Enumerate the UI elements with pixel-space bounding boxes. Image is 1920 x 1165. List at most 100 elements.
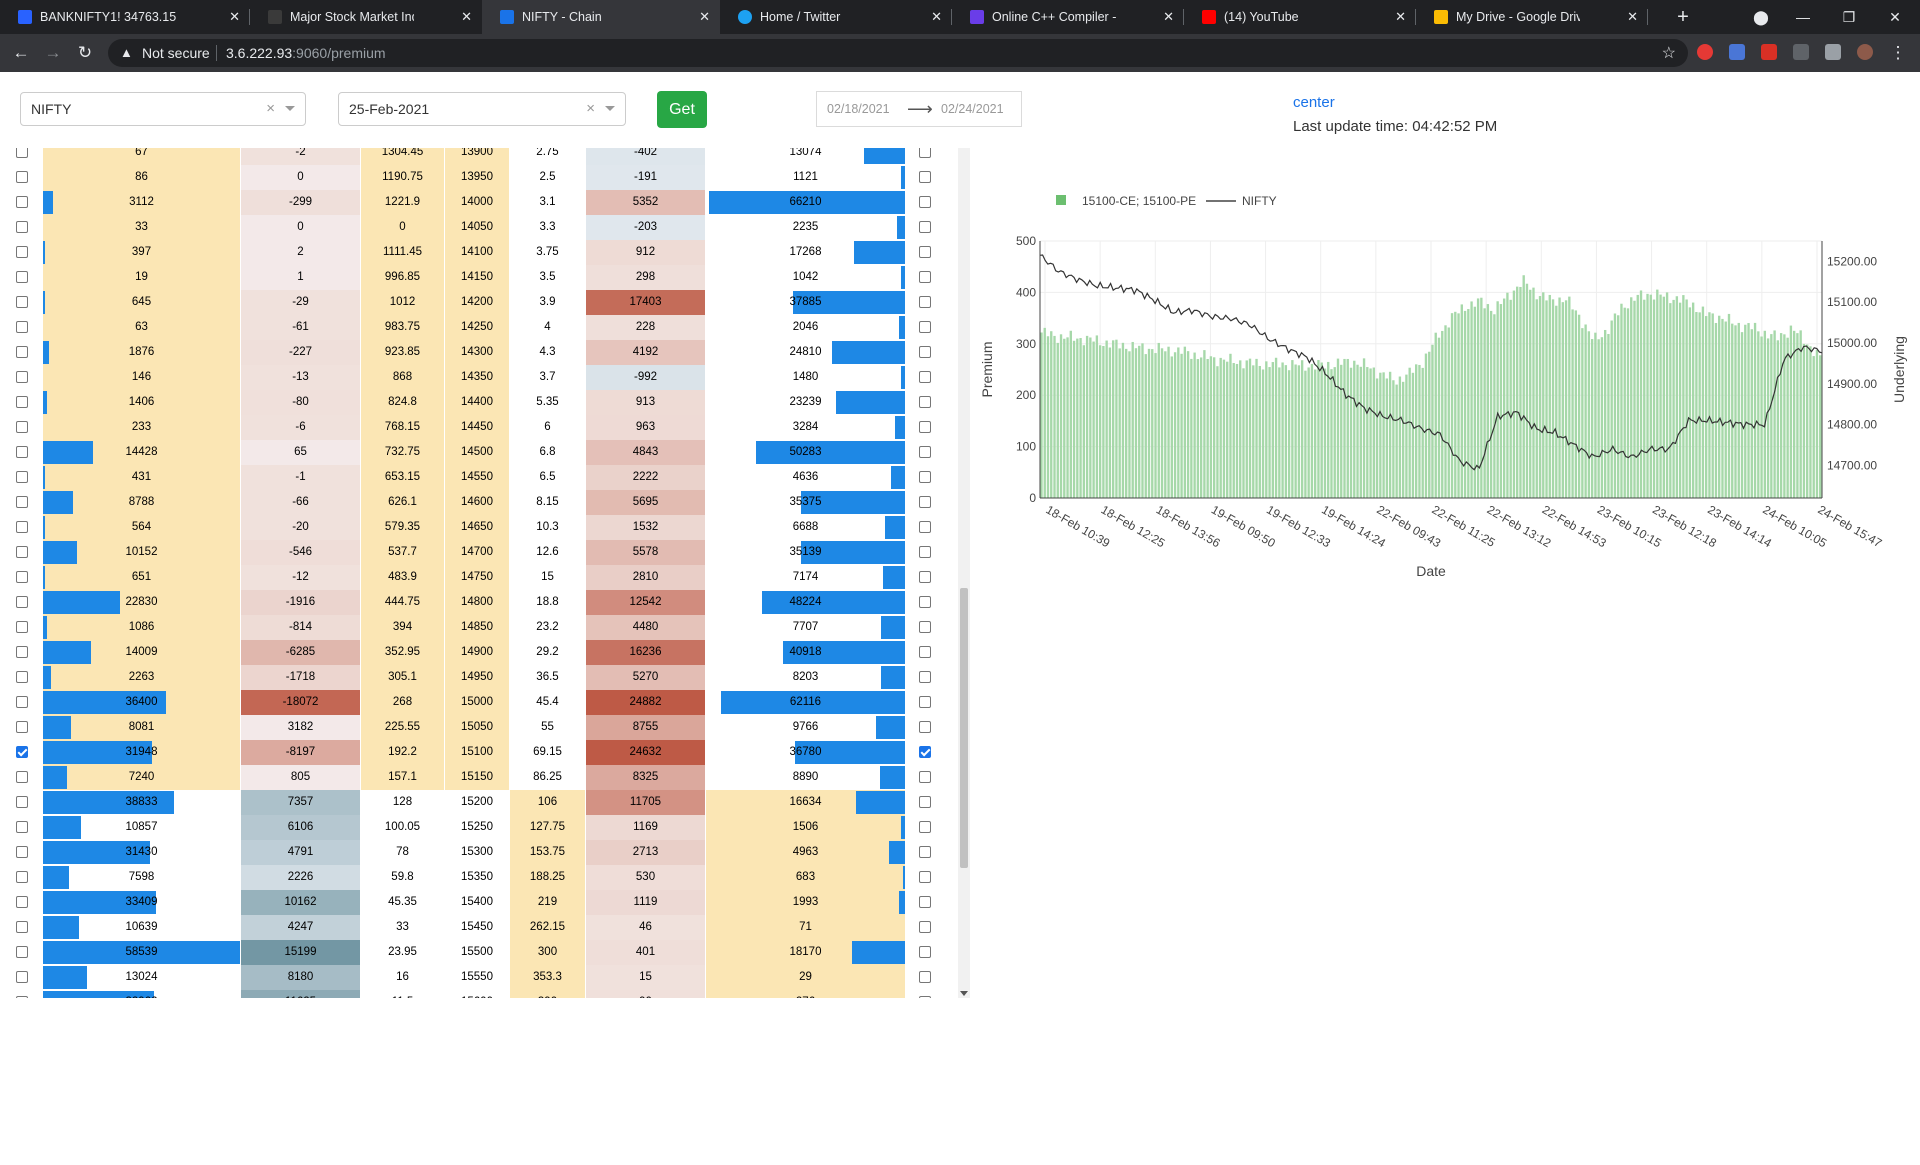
browser-tab[interactable]: Home / Twitter ✕ xyxy=(720,0,952,34)
call-select-checkbox[interactable] xyxy=(16,971,28,983)
forward-arrow-icon[interactable]: → xyxy=(42,43,64,63)
close-tab-icon[interactable]: ✕ xyxy=(1395,0,1406,34)
call-select-checkbox[interactable] xyxy=(16,896,28,908)
call-select-checkbox[interactable] xyxy=(16,421,28,433)
close-tab-icon[interactable]: ✕ xyxy=(931,0,942,34)
call-select-checkbox[interactable] xyxy=(16,196,28,208)
call-select-checkbox[interactable] xyxy=(16,621,28,633)
puzzle-extensions-icon[interactable] xyxy=(1825,44,1841,60)
put-select-checkbox[interactable] xyxy=(919,896,931,908)
put-select-checkbox[interactable] xyxy=(919,946,931,958)
back-arrow-icon[interactable]: ← xyxy=(10,43,32,63)
call-select-checkbox[interactable] xyxy=(16,996,28,998)
put-select-checkbox[interactable] xyxy=(919,296,931,308)
browser-tab[interactable]: BANKNIFTY1! 34763.15 ▲ +3.94 ✕ xyxy=(0,0,250,34)
call-select-checkbox[interactable] xyxy=(16,271,28,283)
tab-search-icon[interactable]: ⬤ xyxy=(1738,0,1784,34)
put-select-checkbox[interactable] xyxy=(919,746,931,758)
put-select-checkbox[interactable] xyxy=(919,921,931,933)
put-select-checkbox[interactable] xyxy=(919,846,931,858)
browser-tab-active[interactable]: NIFTY - Chain ✕ xyxy=(482,0,720,34)
date-range-picker[interactable]: 02/18/2021 ⟶ 02/24/2021 xyxy=(816,91,1022,127)
call-select-checkbox[interactable] xyxy=(16,871,28,883)
put-select-checkbox[interactable] xyxy=(919,396,931,408)
call-select-checkbox[interactable] xyxy=(16,321,28,333)
date-from[interactable]: 02/18/2021 xyxy=(827,102,890,116)
close-tab-icon[interactable]: ✕ xyxy=(1163,0,1174,34)
symbol-select[interactable]: NIFTY × xyxy=(20,92,306,126)
close-tab-icon[interactable]: ✕ xyxy=(1627,0,1638,34)
call-select-checkbox[interactable] xyxy=(16,821,28,833)
call-select-checkbox[interactable] xyxy=(16,921,28,933)
call-select-checkbox[interactable] xyxy=(16,746,28,758)
put-select-checkbox[interactable] xyxy=(919,821,931,833)
get-button[interactable]: Get xyxy=(657,91,707,128)
browser-tab[interactable]: Online C++ Compiler - online ec ✕ xyxy=(952,0,1184,34)
call-select-checkbox[interactable] xyxy=(16,671,28,683)
call-select-checkbox[interactable] xyxy=(16,221,28,233)
put-select-checkbox[interactable] xyxy=(919,446,931,458)
new-tab-plus-icon[interactable]: + xyxy=(1660,0,1706,34)
put-select-checkbox[interactable] xyxy=(919,246,931,258)
close-window-icon[interactable]: ✕ xyxy=(1872,0,1918,34)
expiry-select[interactable]: 25-Feb-2021 × xyxy=(338,92,626,126)
call-select-checkbox[interactable] xyxy=(16,946,28,958)
put-select-checkbox[interactable] xyxy=(919,871,931,883)
put-select-checkbox[interactable] xyxy=(919,221,931,233)
call-select-checkbox[interactable] xyxy=(16,596,28,608)
call-select-checkbox[interactable] xyxy=(16,521,28,533)
close-tab-icon[interactable]: ✕ xyxy=(229,0,240,34)
reload-icon[interactable]: ↻ xyxy=(74,43,96,63)
extension-icon[interactable] xyxy=(1761,44,1777,60)
scroll-down-icon[interactable] xyxy=(960,991,968,996)
call-select-checkbox[interactable] xyxy=(16,546,28,558)
browser-tab[interactable]: Major Stock Market Indices - Inv ✕ xyxy=(250,0,482,34)
profile-avatar-icon[interactable] xyxy=(1857,44,1873,60)
put-select-checkbox[interactable] xyxy=(919,796,931,808)
call-select-checkbox[interactable] xyxy=(16,496,28,508)
translate-extension-icon[interactable] xyxy=(1729,44,1745,60)
call-select-checkbox[interactable] xyxy=(16,371,28,383)
put-select-checkbox[interactable] xyxy=(919,571,931,583)
chevron-down-icon[interactable] xyxy=(285,106,295,111)
put-select-checkbox[interactable] xyxy=(919,321,931,333)
put-select-checkbox[interactable] xyxy=(919,671,931,683)
date-to[interactable]: 02/24/2021 xyxy=(941,102,1004,116)
put-select-checkbox[interactable] xyxy=(919,721,931,733)
put-select-checkbox[interactable] xyxy=(919,171,931,183)
call-select-checkbox[interactable] xyxy=(16,771,28,783)
call-select-checkbox[interactable] xyxy=(16,246,28,258)
put-select-checkbox[interactable] xyxy=(919,621,931,633)
put-select-checkbox[interactable] xyxy=(919,521,931,533)
put-select-checkbox[interactable] xyxy=(919,196,931,208)
close-tab-icon[interactable]: ✕ xyxy=(699,0,710,34)
menu-kebab-icon[interactable]: ⋮ xyxy=(1887,43,1909,63)
put-select-checkbox[interactable] xyxy=(919,496,931,508)
address-bar[interactable]: ▲ Not secure 3.6.222.93:9060/premium ☆ xyxy=(108,39,1688,67)
put-select-checkbox[interactable] xyxy=(919,971,931,983)
extension-icon[interactable] xyxy=(1697,44,1713,60)
call-select-checkbox[interactable] xyxy=(16,296,28,308)
put-select-checkbox[interactable] xyxy=(919,346,931,358)
put-select-checkbox[interactable] xyxy=(919,271,931,283)
call-select-checkbox[interactable] xyxy=(16,846,28,858)
put-select-checkbox[interactable] xyxy=(919,421,931,433)
put-select-checkbox[interactable] xyxy=(919,546,931,558)
call-select-checkbox[interactable] xyxy=(16,148,28,158)
call-select-checkbox[interactable] xyxy=(16,696,28,708)
center-link[interactable]: center xyxy=(1293,94,1335,111)
put-select-checkbox[interactable] xyxy=(919,646,931,658)
call-select-checkbox[interactable] xyxy=(16,446,28,458)
restore-icon[interactable]: ❐ xyxy=(1826,0,1872,34)
table-scrollbar[interactable] xyxy=(958,148,970,998)
put-select-checkbox[interactable] xyxy=(919,371,931,383)
put-select-checkbox[interactable] xyxy=(919,148,931,158)
extension-icon[interactable] xyxy=(1793,44,1809,60)
browser-tab[interactable]: (14) YouTube ✕ xyxy=(1184,0,1416,34)
call-select-checkbox[interactable] xyxy=(16,646,28,658)
minimize-icon[interactable]: — xyxy=(1780,0,1826,34)
bookmark-star-icon[interactable]: ☆ xyxy=(1662,43,1676,63)
chevron-down-icon[interactable] xyxy=(605,106,615,111)
call-select-checkbox[interactable] xyxy=(16,171,28,183)
clear-icon[interactable]: × xyxy=(266,93,275,125)
